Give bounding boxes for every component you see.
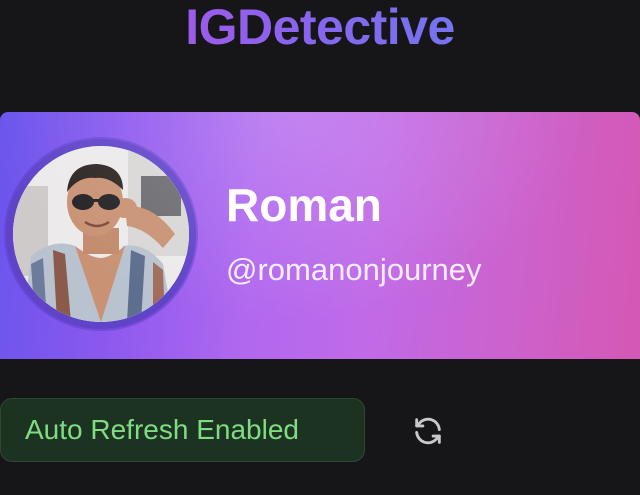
avatar[interactable]: [13, 146, 189, 322]
avatar-ring: [6, 139, 196, 329]
refresh-icon: [415, 417, 441, 445]
profile-name: Roman: [226, 179, 382, 231]
app-title: IGDetective: [0, 0, 640, 60]
profile-card: Roman @romanonjourney: [0, 112, 640, 359]
avatar-photo: [13, 146, 189, 322]
refresh-button[interactable]: [407, 410, 449, 452]
auto-refresh-badge[interactable]: Auto Refresh Enabled: [0, 398, 365, 462]
profile-handle[interactable]: @romanonjourney: [226, 250, 482, 290]
